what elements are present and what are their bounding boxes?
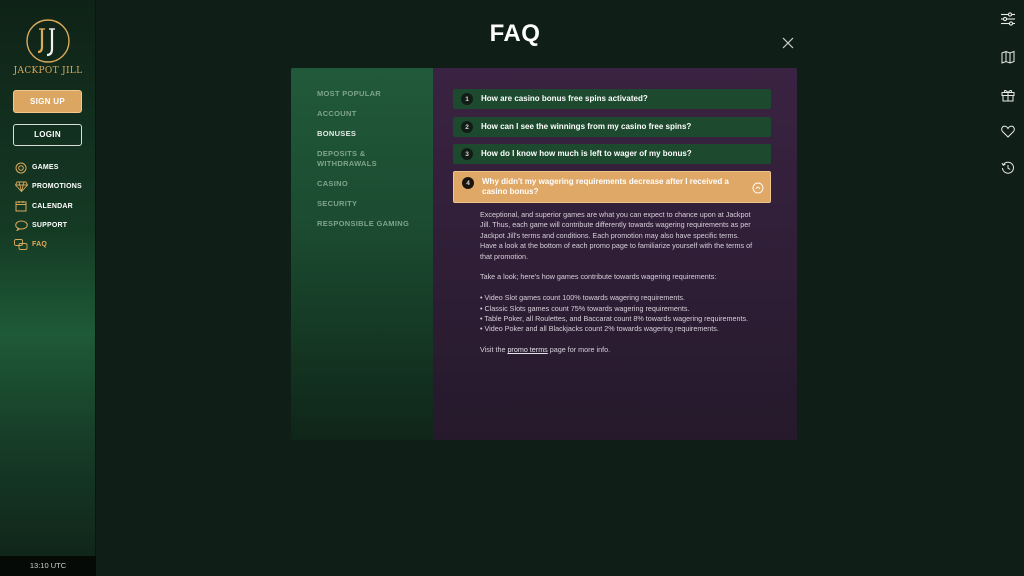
list-item: • Classic Slots games count 75% towards … xyxy=(480,303,690,313)
calendar-icon xyxy=(14,200,28,213)
page-title: FAQ xyxy=(489,20,541,47)
brand-logo[interactable] xyxy=(25,18,71,64)
sidebar-item-label: GAMES xyxy=(32,164,59,172)
chevron-up-icon[interactable] xyxy=(752,182,764,194)
list-item: • Table Poker, all Roulettes, and Baccar… xyxy=(480,314,749,324)
faq-question-3[interactable]: 3 How do I know how much is left to wage… xyxy=(453,144,771,164)
question-number: 1 xyxy=(461,93,473,105)
question-number: 4 xyxy=(462,177,474,189)
sidebar-item-label: CALENDAR xyxy=(32,202,73,210)
answer-paragraph: Take a look; here's how games contribute… xyxy=(480,272,717,282)
answer-text: Visit the xyxy=(480,345,508,355)
question-text: How are casino bonus free spins activate… xyxy=(481,94,648,103)
sidebar: JACKPOT JILL SIGN UP LOGIN GAMES PROMOTI… xyxy=(0,0,96,576)
list-item: • Video Poker and all Blackjacks count 2… xyxy=(480,324,719,334)
sidebar-item-label: FAQ xyxy=(32,241,47,249)
faq-panel: MOST POPULAR ACCOUNT BONUSES DEPOSITS & … xyxy=(291,68,797,440)
answer-text: page for more info. xyxy=(547,345,611,355)
history-icon[interactable] xyxy=(992,159,1024,177)
gift-icon[interactable] xyxy=(992,86,1024,104)
category-account[interactable]: ACCOUNT xyxy=(317,109,427,119)
category-most-popular[interactable]: MOST POPULAR xyxy=(317,89,427,99)
answer-list: • Video Slot games count 100% towards wa… xyxy=(480,293,755,335)
list-item: • Video Slot games count 100% towards wa… xyxy=(480,293,685,303)
faq-questions: 1 How are casino bonus free spins activa… xyxy=(433,68,797,440)
faq-question-1[interactable]: 1 How are casino bonus free spins activa… xyxy=(453,89,771,109)
question-number: 3 xyxy=(461,148,473,160)
games-icon xyxy=(14,161,28,174)
faq-question-4[interactable]: 4 Why didn't my wagering requirements de… xyxy=(453,171,771,203)
utc-clock: 13:10 UTC xyxy=(0,556,96,576)
faq-icon xyxy=(14,238,28,251)
sliders-icon[interactable] xyxy=(992,10,1024,28)
question-text: How do I know how much is left to wager … xyxy=(481,149,692,158)
category-casino[interactable]: CASINO xyxy=(317,179,427,189)
map-icon[interactable] xyxy=(992,48,1024,66)
faq-question-2[interactable]: 2 How can I see the winnings from my cas… xyxy=(453,117,771,137)
heart-icon[interactable] xyxy=(992,122,1024,140)
question-number: 2 xyxy=(461,121,473,133)
sidebar-item-label: SUPPORT xyxy=(32,222,68,230)
category-bonuses[interactable]: BONUSES xyxy=(317,129,427,139)
answer-footer: Visit the promo terms page for more info… xyxy=(480,345,755,355)
answer-paragraph: Exceptional, and superior games are what… xyxy=(480,210,753,261)
question-text: Why didn't my wagering requirements decr… xyxy=(482,177,729,196)
faq-answer: Exceptional, and superior games are what… xyxy=(480,210,755,356)
question-text: How can I see the winnings from my casin… xyxy=(481,122,692,131)
login-button[interactable]: LOGIN xyxy=(13,124,82,146)
support-icon xyxy=(14,219,28,232)
sidebar-item-calendar[interactable]: CALENDAR xyxy=(14,197,94,216)
sign-up-button[interactable]: SIGN UP xyxy=(13,90,82,113)
right-rail xyxy=(992,0,1024,576)
sidebar-item-games[interactable]: GAMES xyxy=(14,158,94,177)
category-security[interactable]: SECURITY xyxy=(317,199,427,209)
sidebar-nav: GAMES PROMOTIONS CALENDAR SUPPORT FAQ xyxy=(14,158,94,254)
category-deposits-withdrawals[interactable]: DEPOSITS & WITHDRAWALS xyxy=(317,149,397,169)
sidebar-item-support[interactable]: SUPPORT xyxy=(14,216,94,235)
sidebar-item-faq[interactable]: FAQ xyxy=(14,235,94,254)
faq-categories: MOST POPULAR ACCOUNT BONUSES DEPOSITS & … xyxy=(291,68,433,440)
sidebar-item-promotions[interactable]: PROMOTIONS xyxy=(14,177,94,196)
diamond-icon xyxy=(14,180,28,193)
sidebar-item-label: PROMOTIONS xyxy=(32,183,82,191)
promo-terms-link[interactable]: promo terms xyxy=(507,345,547,354)
category-responsible-gaming[interactable]: RESPONSIBLE GAMING xyxy=(317,219,427,229)
close-icon[interactable] xyxy=(780,35,796,51)
brand-name: JACKPOT JILL xyxy=(13,66,83,76)
